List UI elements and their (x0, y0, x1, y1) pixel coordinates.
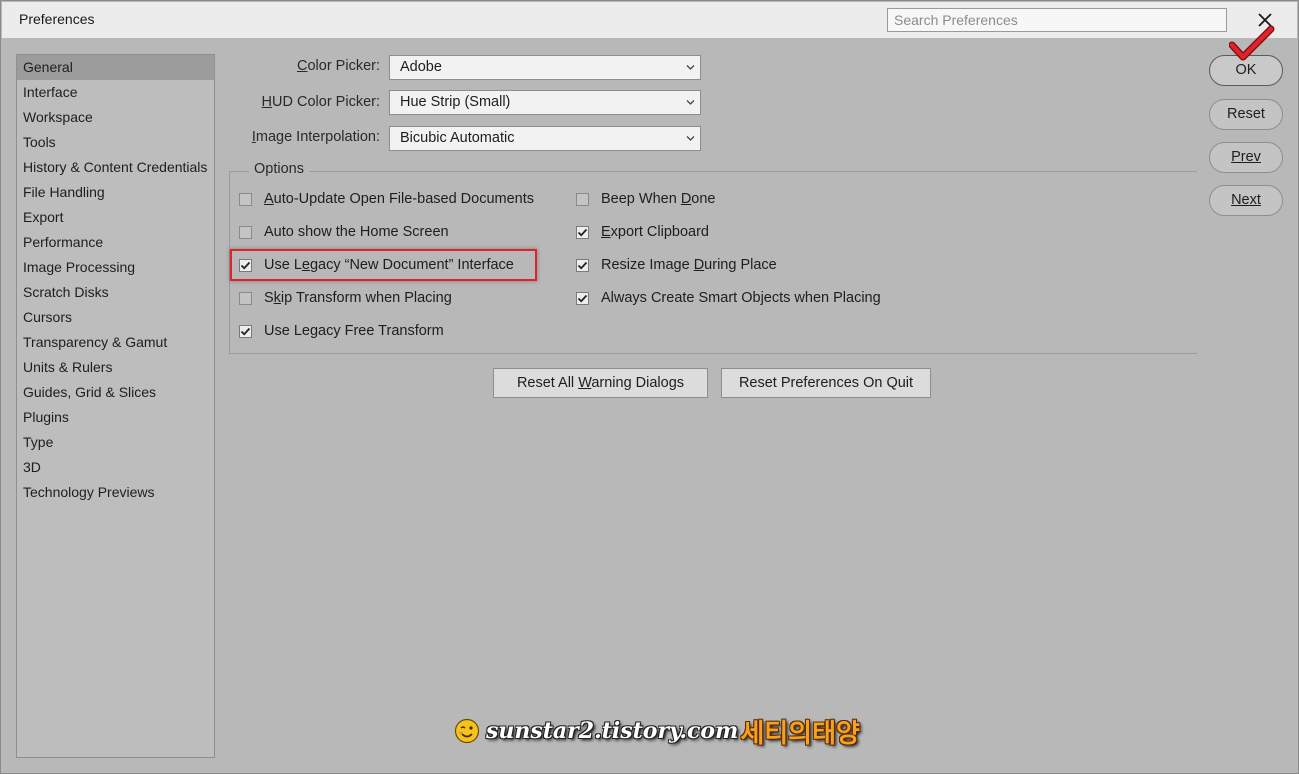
option-auto-show-the-home-screen[interactable]: Auto show the Home Screen (239, 221, 449, 243)
checkbox-checked[interactable] (239, 324, 252, 338)
option-label: Use Legacy Free Transform (264, 323, 444, 339)
red-checkmark-annotation-icon (1229, 25, 1275, 61)
check-icon (577, 261, 588, 269)
checkbox-checked[interactable] (576, 258, 589, 272)
reset-button[interactable]: Reset (1209, 99, 1283, 130)
hud-color-picker-label: HUD Color Picker: (261, 94, 380, 110)
option-beep-when-done[interactable]: Beep When Done (576, 188, 716, 210)
watermark: sunstar2.tistory.com 세티의태양 (454, 713, 860, 749)
watermark-korean-text: 세티의태양 (740, 718, 860, 749)
checkbox-unchecked[interactable] (239, 192, 252, 206)
option-label: Auto-Update Open File-based Documents (264, 191, 535, 207)
highlight-annotation-box (230, 249, 537, 281)
dialog-title: Preferences (19, 11, 95, 27)
sidebar-item-scratch-disks[interactable]: Scratch Disks (17, 280, 214, 305)
sidebar-item-file-handling[interactable]: File Handling (17, 180, 214, 205)
options-group-title: Options (249, 161, 309, 177)
sidebar-item-units-rulers[interactable]: Units & Rulers (17, 355, 214, 380)
sidebar-item-technology-previews[interactable]: Technology Previews (17, 480, 214, 505)
sidebar-item-interface[interactable]: Interface (17, 80, 214, 105)
chevron-down-icon (686, 136, 695, 141)
sidebar-item-type[interactable]: Type (17, 430, 214, 455)
option-label: Resize Image During Place (601, 257, 777, 273)
option-skip-transform-when-placing[interactable]: Skip Transform when Placing (239, 287, 452, 309)
image-interpolation-label: Image Interpolation: (251, 129, 380, 145)
checkbox-checked[interactable] (576, 291, 589, 305)
sidebar-item-plugins[interactable]: Plugins (17, 405, 214, 430)
option-label: Export Clipboard (601, 224, 709, 240)
checkbox-unchecked[interactable] (239, 225, 252, 239)
color-picker-value: Adobe (400, 59, 442, 75)
sidebar-item-transparency-gamut[interactable]: Transparency & Gamut (17, 330, 214, 355)
option-use-legacy-free-transform[interactable]: Use Legacy Free Transform (239, 320, 444, 342)
preferences-dialog: Preferences GeneralInterfaceWorkspaceToo… (0, 0, 1299, 774)
option-always-create-smart-objects-when-placing[interactable]: Always Create Smart Objects when Placing (576, 287, 881, 309)
checkbox-unchecked[interactable] (239, 291, 252, 305)
watermark-site-text: sunstar2.tistory.com (486, 718, 739, 744)
color-picker-label: Color Picker: (296, 58, 380, 74)
option-export-clipboard[interactable]: Export Clipboard (576, 221, 709, 243)
chevron-down-icon (686, 65, 695, 70)
checkbox-unchecked[interactable] (576, 192, 589, 206)
sidebar-item-history-content-credentials[interactable]: History & Content Credentials (17, 155, 214, 180)
check-icon (577, 228, 588, 236)
color-picker-select[interactable]: Adobe (389, 55, 701, 80)
check-icon (577, 294, 588, 302)
smiley-face-icon (454, 718, 480, 744)
sidebar-item-image-processing[interactable]: Image Processing (17, 255, 214, 280)
option-label: Auto show the Home Screen (264, 224, 449, 240)
chevron-down-icon (686, 100, 695, 105)
search-preferences-input[interactable] (887, 8, 1227, 32)
sidebar-item-guides-grid-slices[interactable]: Guides, Grid & Slices (17, 380, 214, 405)
image-interpolation-value: Bicubic Automatic (400, 130, 515, 146)
hud-color-picker-value: Hue Strip (Small) (400, 94, 511, 110)
sidebar-item-export[interactable]: Export (17, 205, 214, 230)
option-auto-update-open-file-based-documents[interactable]: Auto-Update Open File-based Documents (239, 188, 534, 210)
hud-color-picker-select[interactable]: Hue Strip (Small) (389, 90, 701, 115)
option-label: Always Create Smart Objects when Placing (601, 290, 881, 306)
reset-preferences-on-quit-button[interactable]: Reset Preferences On Quit (721, 368, 931, 398)
sidebar-item-workspace[interactable]: Workspace (17, 105, 214, 130)
image-interpolation-select[interactable]: Bicubic Automatic (389, 126, 701, 151)
sidebar-item-3d[interactable]: 3D (17, 455, 214, 480)
sidebar-item-tools[interactable]: Tools (17, 130, 214, 155)
check-icon (240, 327, 251, 335)
preferences-sidebar: General Interface Workspace Tools History & … (16, 54, 215, 758)
sidebar-item-cursors[interactable]: Cursors (17, 305, 214, 330)
prev-button[interactable]: Prev (1209, 142, 1283, 173)
checkbox-checked[interactable] (576, 225, 589, 239)
title-bar: Preferences (2, 2, 1297, 38)
reset-all-warning-dialogs-button[interactable]: Reset All Warning Dialogs (493, 368, 708, 398)
sidebar-item-general[interactable]: General (17, 55, 214, 80)
option-label: Beep When Done (601, 191, 716, 207)
sidebar-list: General Interface Workspace Tools History & … (17, 55, 214, 505)
option-label: Skip Transform when Placing (264, 290, 452, 306)
sidebar-item-performance[interactable]: Performance (17, 230, 214, 255)
next-button[interactable]: Next (1209, 185, 1283, 216)
option-resize-image-during-place[interactable]: Resize Image During Place (576, 254, 777, 276)
